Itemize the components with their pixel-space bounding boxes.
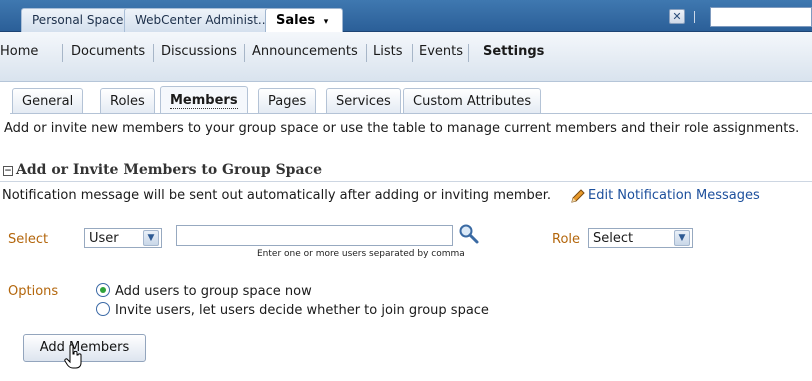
user-type-select-value: User <box>89 231 119 246</box>
space-tab-sales[interactable]: Sales ▾ <box>265 8 344 32</box>
tab-pages[interactable]: Pages <box>258 88 317 114</box>
chevron-down-icon[interactable]: ▼ <box>143 230 159 246</box>
tab-label: Custom Attributes <box>413 94 532 109</box>
tab-label: General <box>22 94 74 109</box>
page-description: Add or invite new members to your group … <box>4 121 800 136</box>
chevron-down-icon[interactable]: ▾ <box>324 17 329 27</box>
section-divider <box>0 181 812 182</box>
select-label: Select <box>8 232 49 247</box>
nav-item-announcements[interactable]: Announcements <box>252 41 358 63</box>
options-label: Options <box>8 284 59 299</box>
space-tab-webcenter-admin[interactable]: WebCenter Administ... <box>124 8 281 32</box>
users-input[interactable] <box>176 225 453 246</box>
nav-item-settings[interactable]: Settings <box>483 41 544 63</box>
tab-services[interactable]: Services <box>326 88 401 114</box>
section-title: Add or Invite Members to Group Space <box>16 162 322 178</box>
nav-divider <box>62 44 63 62</box>
tab-general[interactable]: General <box>12 88 84 114</box>
tab-label: Roles <box>110 94 145 109</box>
global-search-input[interactable] <box>710 7 812 27</box>
close-icon[interactable]: ✕ <box>669 9 685 24</box>
tab-strip-divider <box>10 113 812 114</box>
role-select-value: Select <box>593 231 634 246</box>
radio-button-selected[interactable] <box>96 283 110 297</box>
nav-divider <box>468 44 469 62</box>
users-input-hint: Enter one or more users separated by com… <box>257 249 465 259</box>
section-header[interactable]: − Add or Invite Members to Group Space <box>3 162 322 178</box>
nav-divider <box>366 44 367 62</box>
nav-item-discussions[interactable]: Discussions <box>161 41 237 63</box>
tab-label: Members <box>170 93 238 109</box>
tab-label: Pages <box>268 94 307 109</box>
edit-notification-messages-link[interactable]: Edit Notification Messages <box>588 188 760 203</box>
space-tabs-bar: Personal Space WebCenter Administ... Sal… <box>0 0 812 32</box>
collapse-icon[interactable]: − <box>3 166 13 176</box>
page-nav: Home Documents Discussions Announcements… <box>0 32 812 82</box>
tab-members[interactable]: Members <box>160 86 248 114</box>
tab-label: Services <box>336 94 391 109</box>
option-invite[interactable]: Invite users, let users decide whether t… <box>96 302 489 318</box>
nav-item-lists[interactable]: Lists <box>373 41 403 63</box>
toolbar-divider <box>694 11 695 23</box>
radio-button[interactable] <box>96 302 110 316</box>
option-label: Add users to group space now <box>115 284 312 299</box>
search-icon[interactable] <box>458 223 480 245</box>
nav-divider <box>153 44 154 62</box>
space-tab-label: Sales <box>276 13 316 28</box>
pencil-icon[interactable] <box>570 189 586 204</box>
nav-divider <box>244 44 245 62</box>
pointer-cursor-icon <box>64 344 82 369</box>
role-select[interactable]: Select ▼ <box>588 228 693 248</box>
role-label: Role <box>552 232 581 247</box>
space-tab-personal[interactable]: Personal Space <box>21 8 135 32</box>
space-tab-label: WebCenter Administ... <box>135 13 270 27</box>
user-type-select[interactable]: User ▼ <box>84 228 162 248</box>
nav-item-events[interactable]: Events <box>419 41 463 63</box>
space-tab-label: Personal Space <box>32 13 124 27</box>
nav-item-home[interactable]: Home <box>0 41 38 63</box>
add-members-button[interactable]: Add Members <box>23 334 146 362</box>
option-add-now[interactable]: Add users to group space now <box>96 283 312 299</box>
chevron-down-icon[interactable]: ▼ <box>674 230 690 246</box>
notification-text: Notification message will be sent out au… <box>2 188 552 203</box>
tab-roles[interactable]: Roles <box>100 88 155 114</box>
nav-item-documents[interactable]: Documents <box>71 41 145 63</box>
tab-custom-attributes[interactable]: Custom Attributes <box>403 88 542 114</box>
nav-divider <box>412 44 413 62</box>
option-label: Invite users, let users decide whether t… <box>115 303 489 318</box>
